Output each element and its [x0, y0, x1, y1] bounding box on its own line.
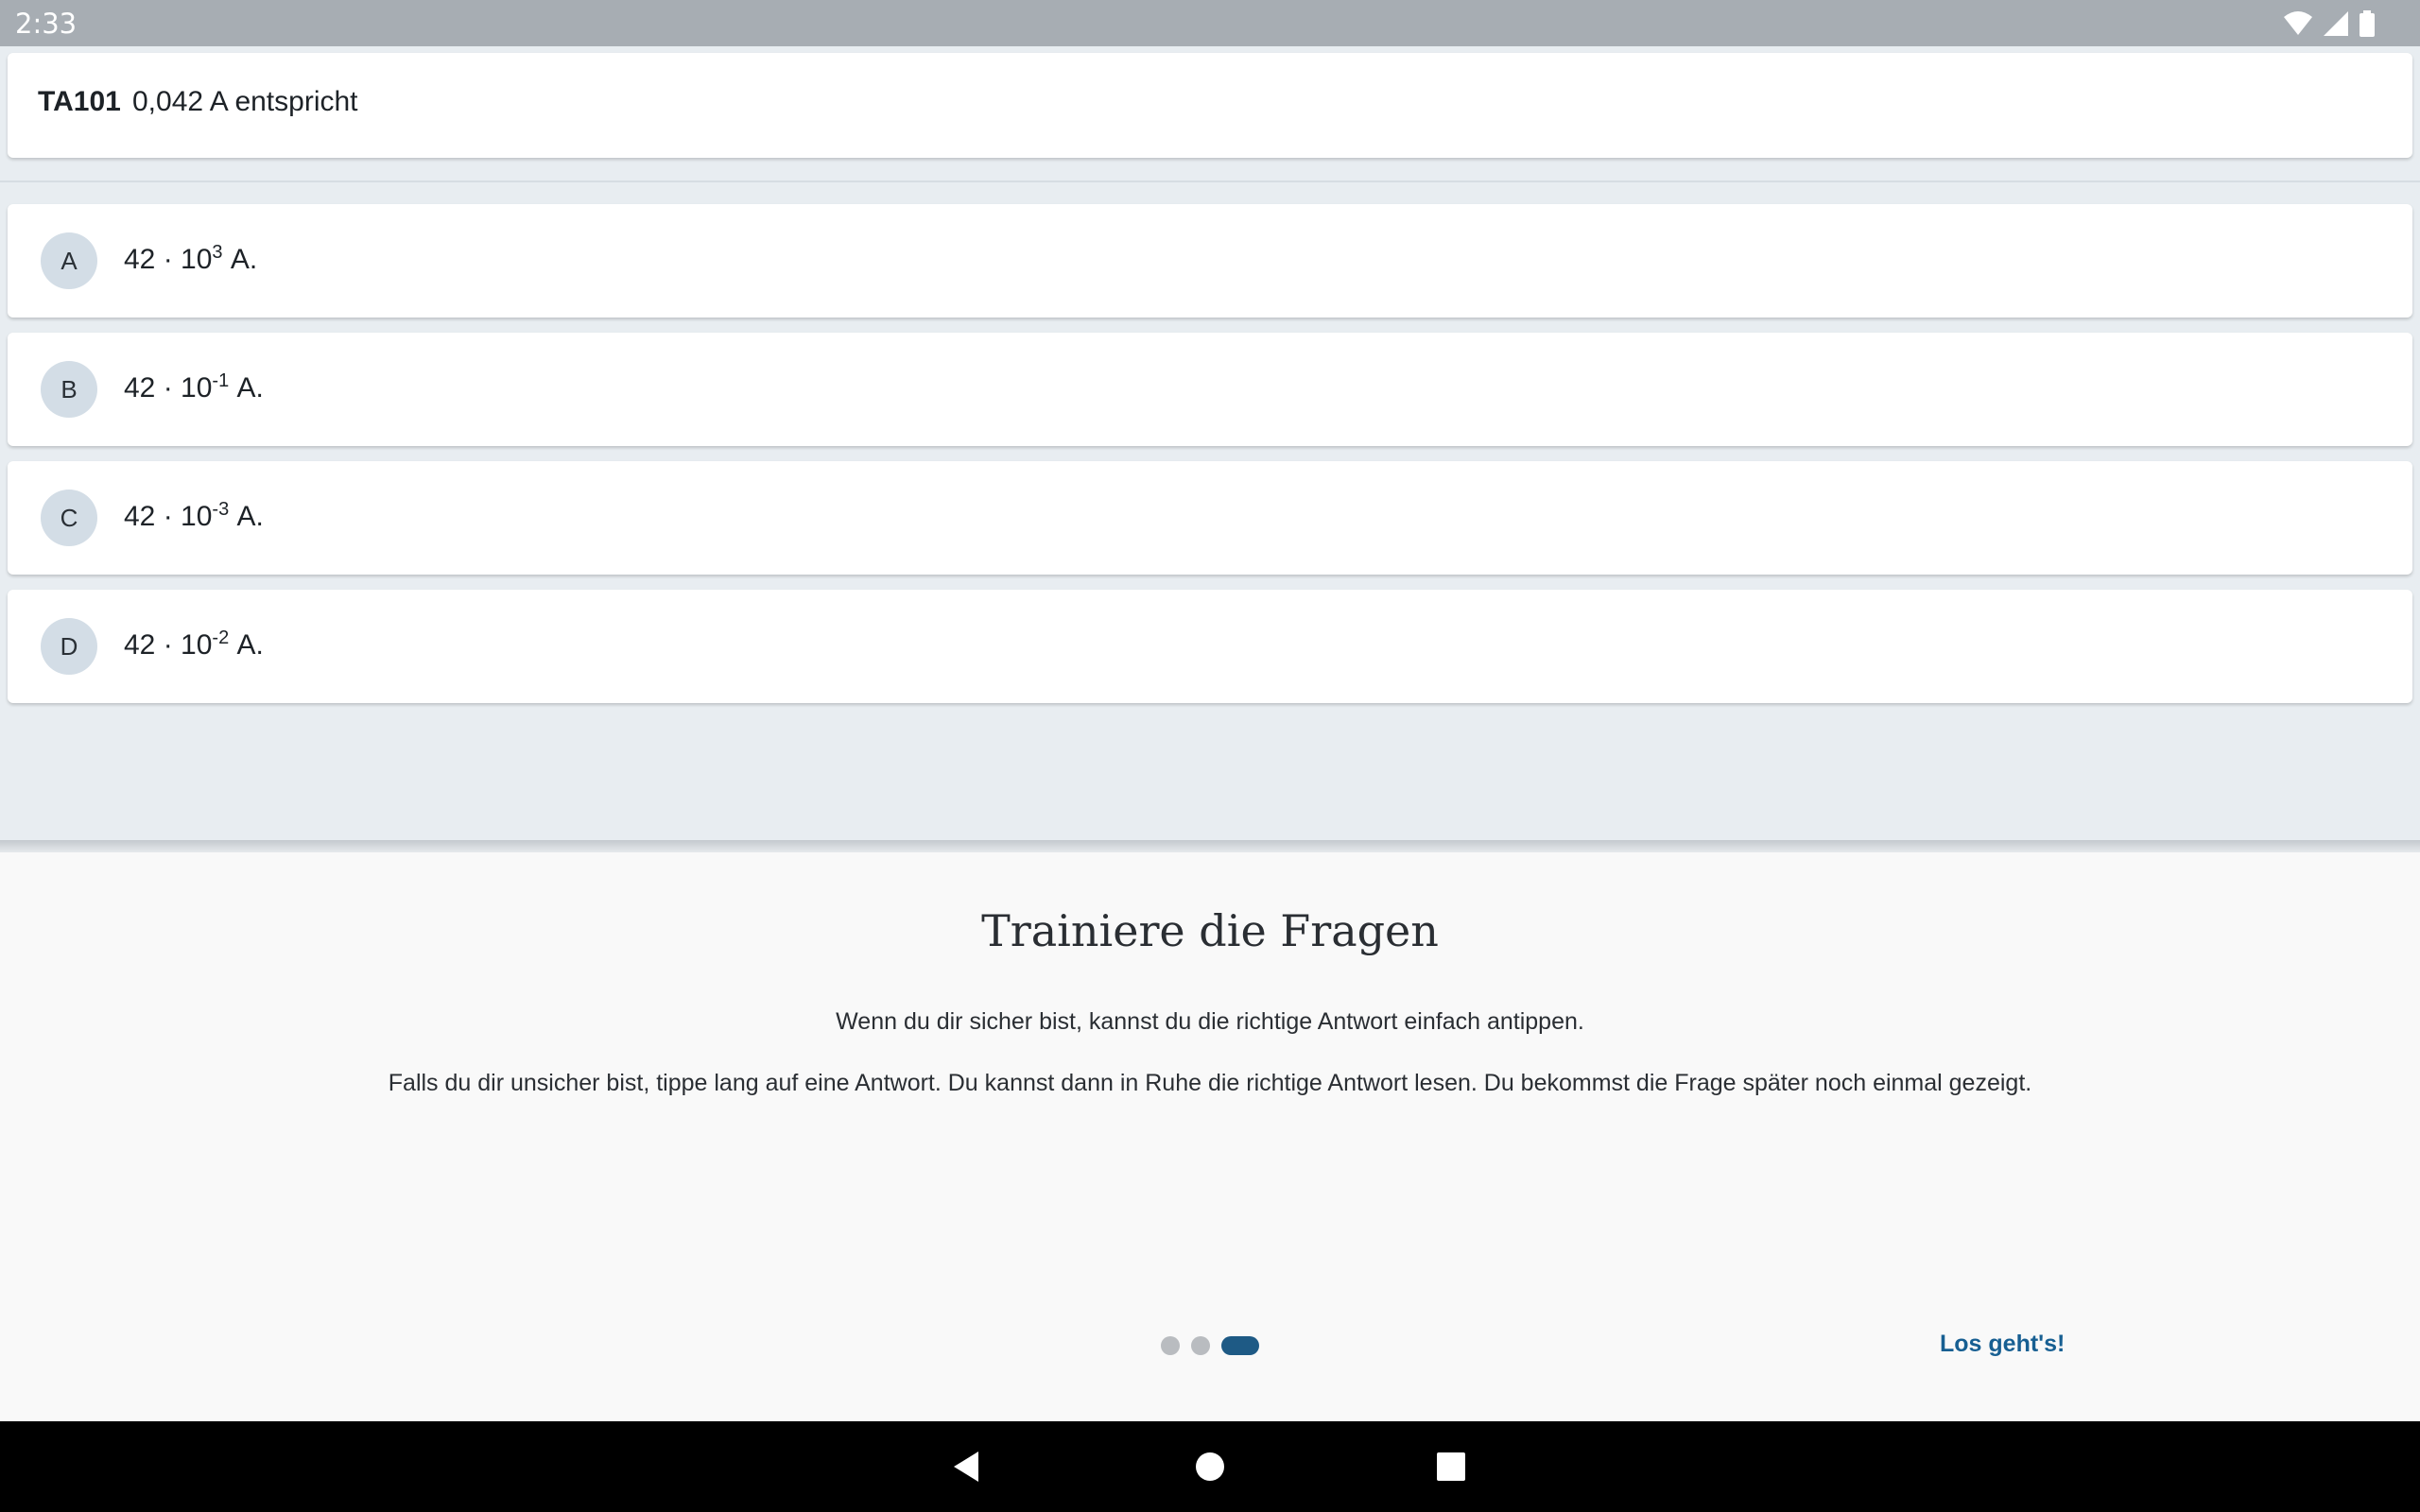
answer-option-a[interactable]: A 42 · 103 A. [8, 204, 2412, 318]
answer-unit: A. [236, 629, 264, 661]
sheet-shadow [0, 840, 2420, 853]
answer-letter-badge: A [41, 232, 97, 289]
status-bar: 2:33 [0, 0, 2420, 46]
answer-exponent: -2 [212, 627, 230, 648]
answer-unit: A. [236, 501, 264, 532]
answer-text: 42 · 103 A. [124, 242, 257, 276]
answer-text: 42 · 10-2 A. [124, 627, 264, 662]
answer-unit: A. [230, 244, 258, 275]
answer-letter-badge: D [41, 618, 97, 675]
home-icon[interactable] [1191, 1448, 1229, 1486]
page-indicator [1161, 1336, 1259, 1355]
answer-unit: A. [236, 372, 264, 404]
question-id: TA101 [38, 86, 121, 117]
app-screen: 2:33 TA101 0,042 A entspricht A 42 · 103… [0, 0, 2420, 1512]
page-dot-active[interactable] [1221, 1336, 1259, 1355]
answer-base: 42 · 10 [124, 372, 213, 404]
page-dot[interactable] [1191, 1336, 1210, 1355]
navigation-bar [0, 1421, 2420, 1512]
start-button[interactable]: Los geht's! [1940, 1331, 2065, 1358]
answer-base: 42 · 10 [124, 629, 213, 661]
onboarding-paragraph: Wenn du dir sicher bist, kannst du die r… [836, 1008, 1584, 1035]
answer-base: 42 · 10 [124, 501, 213, 532]
answer-option-b[interactable]: B 42 · 10-1 A. [8, 333, 2412, 446]
answer-letter-badge: B [41, 361, 97, 418]
status-time: 2:33 [15, 8, 78, 40]
answer-letter-badge: C [41, 490, 97, 546]
answer-option-c[interactable]: C 42 · 10-3 A. [8, 461, 2412, 575]
question-text: 0,042 A entspricht [132, 86, 358, 117]
answer-text: 42 · 10-3 A. [124, 499, 264, 533]
signal-icon [2324, 11, 2348, 36]
status-icons [2284, 9, 2375, 38]
answer-exponent: -3 [212, 499, 230, 520]
page-dot[interactable] [1161, 1336, 1180, 1355]
wifi-icon [2284, 11, 2312, 35]
battery-icon [2360, 10, 2375, 37]
recents-icon[interactable] [1432, 1448, 1470, 1486]
answer-option-d[interactable]: D 42 · 10-2 A. [8, 590, 2412, 703]
back-icon[interactable] [948, 1448, 986, 1486]
answer-exponent: 3 [212, 242, 223, 263]
answer-base: 42 · 10 [124, 244, 213, 275]
question-card: TA101 0,042 A entspricht [8, 53, 2412, 158]
divider [0, 180, 2420, 182]
onboarding-paragraph: Falls du dir unsicher bist, tippe lang a… [388, 1070, 2032, 1096]
answer-exponent: -1 [212, 370, 230, 391]
onboarding-title: Trainiere die Fragen [981, 905, 1439, 956]
answer-text: 42 · 10-1 A. [124, 370, 264, 404]
